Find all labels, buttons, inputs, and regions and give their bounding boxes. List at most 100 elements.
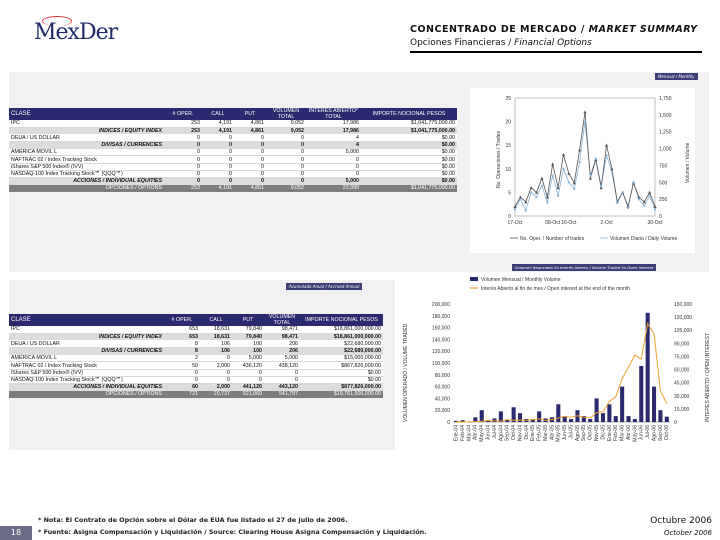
table-cell: 0 <box>202 170 234 179</box>
table-cell: 9,052 <box>266 120 306 128</box>
table-cell: 206 <box>264 347 300 355</box>
table-cell: 98,471 <box>264 333 300 341</box>
monthly-bar-chart: 0 20,000 40,000 60,000 80,000 100,000 120,000 1… <box>395 272 715 452</box>
row-label: OPCIONES / OPTIONS <box>9 390 164 398</box>
table-cell: 4 <box>306 134 361 143</box>
row-label: iShares S&P 500 Index® (IVV) <box>9 369 164 377</box>
table-cell: $0.00 <box>361 148 457 157</box>
y-left-tick: 160,000 <box>432 326 450 332</box>
table-group-row: DIVISAS / CURRENCIES 0 0 0 0 4 $0.00 <box>9 141 457 149</box>
col-importe: IMPORTE NOCIONAL PESOS <box>300 314 383 326</box>
row-label: IPC <box>9 120 164 128</box>
y-left-tick: 80,000 <box>435 373 451 379</box>
table-cell: 438,120 <box>264 361 300 370</box>
data-point-volume <box>535 196 538 199</box>
data-point-volume <box>562 167 565 170</box>
table-row: iShares S&P 500 Index® (IVV) 0 0 0 0 0 $0.00 <box>9 163 457 171</box>
y-right-label: INTERES ABIERTO / OPEN INTEREST <box>705 333 711 422</box>
page-number: 18 <box>0 526 32 540</box>
col-interes: INTERES ABIERTO* TOTAL <box>306 108 361 120</box>
table-group-row: INDICES / EQUITY INDEX 653 18,631 79,840 98,… <box>9 333 383 341</box>
y-right-tick: 45,000 <box>674 381 690 387</box>
data-point-volume <box>600 184 603 187</box>
col-call: CALL <box>202 108 234 120</box>
table-cell: 436,120 <box>232 361 264 370</box>
x-tick-label: 2-Oct <box>600 220 613 226</box>
monthly-body: IPC 253 4,191 4,861 9,052 17,986 $1,041,775,00… <box>9 120 457 192</box>
bar-monthly-volume <box>652 386 657 422</box>
table-cell: 253 <box>164 184 202 192</box>
table-cell: 0 <box>264 376 300 385</box>
y-right-tick: 1,500 <box>659 113 672 119</box>
x-tick-label: 17-Oct <box>507 220 523 226</box>
data-point-volume <box>648 194 651 197</box>
table-cell: 0 <box>232 376 264 385</box>
y-right-tick: 1,250 <box>659 130 672 136</box>
table-cell: $867,826,000.00 <box>300 361 383 370</box>
y-right-tick: 150,000 <box>674 302 692 308</box>
y-right-tick: 30,000 <box>674 394 690 400</box>
y-left-label: VOLUMEN OPERADO / VOLUME TRADED <box>403 323 409 422</box>
table-cell: 20,737 <box>200 390 232 398</box>
x-tick-label: Ene-04 <box>454 425 460 441</box>
report-month-en: October 2006 <box>663 529 712 537</box>
x-tick-label: Jul-05 <box>568 425 574 439</box>
table-row: DEUA / US DOLLAR 0 0 0 0 4 $0.00 <box>9 134 457 143</box>
table-group-row: DIVISAS / CURRENCIES 8 106 100 206 $22,680,00… <box>9 347 383 355</box>
x-tick-label: 08-Oct <box>545 220 561 226</box>
table-cell: 721 <box>164 390 200 398</box>
table-cell: 4,191 <box>202 120 234 128</box>
table-cell: 0 <box>266 148 306 157</box>
data-point-volume <box>627 206 630 209</box>
x-tick-label: May-05 <box>556 425 562 442</box>
table-cell: 521,060 <box>232 390 264 398</box>
table-cell: 0 <box>202 163 234 171</box>
table-cell: 253 <box>164 127 202 135</box>
table-cell: 0 <box>164 177 202 185</box>
table-cell: 0 <box>164 376 200 385</box>
table-cell: 0 <box>234 134 266 143</box>
y-left-tick: 60,000 <box>435 385 451 391</box>
data-point-volume <box>524 209 527 212</box>
table-cell: 0 <box>200 376 232 385</box>
table-cell: 0 <box>164 141 202 149</box>
table-cell: $22,680,000.00 <box>300 340 383 349</box>
table-row: NASDAQ-100 Index Tracking Stock℠ (QQQ℠) 0… <box>9 170 457 179</box>
footnote-2: * Fuente: Asigna Compensación y Liquidac… <box>38 528 427 536</box>
data-point-volume <box>514 208 516 211</box>
table-cell: $18,861,000,000.00 <box>300 326 383 334</box>
y-right-label: Volumen / Volume <box>685 142 691 183</box>
data-point-volume <box>621 191 624 194</box>
table-cell: 22,990 <box>306 184 361 192</box>
x-tick-label: 16-Oct <box>561 220 577 226</box>
table-cell: 0 <box>202 155 234 164</box>
col-oper: # OPER. <box>164 314 200 326</box>
y-right-tick: 15,000 <box>674 407 690 413</box>
x-tick-label: Oct-04 <box>511 425 517 440</box>
x-tick-label: Abr-06 <box>626 425 632 440</box>
x-tick-label: Jun-04 <box>486 425 492 441</box>
table-cell: $19,761,506,000.00 <box>300 390 383 398</box>
table-cell: $0.00 <box>300 369 383 377</box>
y-left-tick: 15 <box>505 143 511 149</box>
x-tick-label: 30-Oct <box>647 220 663 226</box>
table-cell: 79,840 <box>232 326 264 334</box>
table-cell: 0 <box>234 141 266 149</box>
annual-ribbon: Acumulado Anual / Accrued Annual <box>286 283 363 290</box>
table-cell: 0 <box>164 163 202 171</box>
x-tick-label: Jul-06 <box>645 425 651 439</box>
data-point-volume <box>610 171 613 174</box>
y-right-tick: 75,000 <box>674 354 690 360</box>
row-label: DIVISAS / CURRENCIES <box>9 347 164 355</box>
row-label: ACCIONES / INDIVIDUAL EQUITIES <box>9 383 164 391</box>
table-cell: 541,797 <box>264 390 300 398</box>
x-tick-label: Sep-06 <box>658 425 664 441</box>
table-cell: 0 <box>234 148 266 157</box>
table-cell: 253 <box>164 120 202 128</box>
row-label: ACCIONES / INDIVIDUAL EQUITIES <box>9 177 164 185</box>
table-cell: 4,191 <box>202 184 234 192</box>
table-cell: 2 <box>164 354 200 363</box>
table-cell: 5,000 <box>264 354 300 363</box>
table-cell: 0 <box>306 163 361 171</box>
table-cell: 100 <box>232 347 264 355</box>
